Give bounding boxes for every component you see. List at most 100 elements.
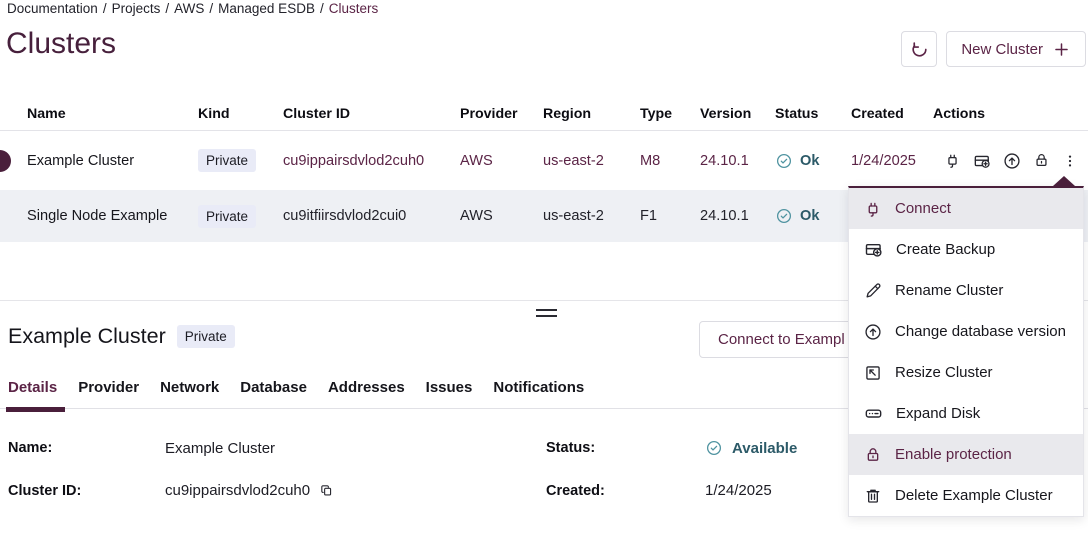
- copy-icon[interactable]: [319, 483, 334, 498]
- check-circle-icon: [775, 152, 793, 170]
- tab-addresses[interactable]: Addresses: [328, 377, 405, 408]
- kind-cell: Private: [198, 205, 283, 228]
- provider-cell: AWS: [460, 153, 543, 169]
- column-header-name: Name: [27, 106, 198, 122]
- menu-item-label: Rename Cluster: [895, 282, 1003, 299]
- menu-item-expand-disk[interactable]: Expand Disk: [849, 393, 1083, 434]
- cluster-id-field-text: cu9ippairsdvlod2cuh0: [165, 482, 310, 499]
- breadcrumb-separator: /: [165, 1, 169, 16]
- kind-cell: Private: [198, 149, 283, 172]
- cluster-name-cell[interactable]: Single Node Example: [27, 208, 198, 224]
- tab-database[interactable]: Database: [240, 377, 307, 408]
- column-header-actions: Actions: [933, 106, 1088, 122]
- header-actions: New Cluster: [901, 31, 1086, 67]
- menu-item-label: Expand Disk: [896, 405, 980, 422]
- menu-item-enable-protection[interactable]: Enable protection: [849, 434, 1083, 475]
- version-cell: 24.10.1: [700, 153, 775, 169]
- cluster-id-field-label: Cluster ID:: [8, 483, 165, 499]
- lock-icon[interactable]: [1032, 151, 1051, 170]
- menu-item-label: Change database version: [895, 323, 1066, 340]
- trash-icon: [863, 486, 883, 506]
- pencil-icon: [863, 281, 883, 301]
- status-cell: Ok: [775, 152, 851, 170]
- arrow-up-circle-icon: [863, 322, 883, 342]
- breadcrumb: Documentation / Projects / AWS / Managed…: [7, 1, 378, 16]
- region-cell: us-east-2: [543, 208, 640, 224]
- column-header-version: Version: [700, 106, 775, 122]
- created-cell: 1/24/2025: [851, 153, 933, 169]
- menu-item-connect[interactable]: Connect: [849, 188, 1083, 229]
- clusters-page: Documentation / Projects / AWS / Managed…: [0, 0, 1088, 533]
- cluster-id-field-value: cu9ippairsdvlod2cuh0: [165, 482, 546, 499]
- arrow-up-circle-icon[interactable]: [1002, 151, 1022, 171]
- panel-drag-handle[interactable]: [536, 309, 557, 321]
- row-actions: [933, 151, 1088, 171]
- provider-cell: AWS: [460, 208, 543, 224]
- type-cell: M8: [640, 153, 700, 169]
- breadcrumb-item-aws[interactable]: AWS: [174, 1, 204, 16]
- breadcrumb-separator: /: [320, 1, 324, 16]
- resize-icon: [863, 363, 883, 383]
- menu-item-label: Delete Example Cluster: [895, 487, 1053, 504]
- detail-kind-badge: Private: [177, 325, 235, 348]
- tab-network[interactable]: Network: [160, 377, 219, 408]
- menu-item-resize-cluster[interactable]: Resize Cluster: [849, 352, 1083, 393]
- page-title: Clusters: [6, 27, 116, 61]
- menu-item-label: Resize Cluster: [895, 364, 993, 381]
- new-cluster-button[interactable]: New Cluster: [946, 31, 1086, 67]
- tab-notifications[interactable]: Notifications: [493, 377, 584, 408]
- detail-header: Example Cluster Private: [8, 324, 235, 349]
- status-text: Ok: [800, 153, 819, 169]
- kind-badge: Private: [198, 205, 256, 228]
- detail-title: Example Cluster: [8, 324, 166, 349]
- cluster-name-cell[interactable]: Example Cluster: [27, 153, 198, 169]
- column-header-type: Type: [640, 106, 700, 122]
- version-cell: 24.10.1: [700, 208, 775, 224]
- cluster-id-cell: cu9ippairsdvlod2cuh0: [283, 153, 460, 169]
- tab-issues[interactable]: Issues: [426, 377, 473, 408]
- kebab-icon[interactable]: [1061, 152, 1079, 170]
- lock-icon: [863, 445, 883, 465]
- breadcrumb-item-documentation[interactable]: Documentation: [7, 1, 98, 16]
- type-cell: F1: [640, 208, 700, 224]
- status-field-label: Status:: [546, 440, 705, 456]
- tab-provider[interactable]: Provider: [78, 377, 139, 408]
- plug-icon[interactable]: [943, 151, 962, 170]
- table-row[interactable]: Example Cluster Private cu9ippairsdvlod2…: [0, 131, 1088, 190]
- check-circle-icon: [705, 439, 723, 457]
- breadcrumb-item-clusters[interactable]: Clusters: [329, 1, 379, 16]
- backup-icon[interactable]: [972, 151, 992, 171]
- menu-caret: [1053, 176, 1075, 186]
- breadcrumb-item-managed-esdb[interactable]: Managed ESDB: [218, 1, 315, 16]
- plus-icon: [1052, 40, 1071, 59]
- menu-item-label: Create Backup: [896, 241, 995, 258]
- disk-icon: [863, 403, 884, 424]
- column-header-status: Status: [775, 106, 851, 122]
- menu-item-create-backup[interactable]: Create Backup: [849, 229, 1083, 270]
- region-cell: us-east-2: [543, 153, 640, 169]
- status-text: Ok: [800, 208, 819, 224]
- check-circle-icon: [775, 207, 793, 225]
- kind-badge: Private: [198, 149, 256, 172]
- table-header: Name Kind Cluster ID Provider Region Typ…: [0, 98, 1088, 131]
- breadcrumb-item-projects[interactable]: Projects: [112, 1, 161, 16]
- created-field-label: Created:: [546, 483, 705, 499]
- menu-item-label: Connect: [895, 200, 951, 217]
- cluster-id-cell: cu9itfiirsdvlod2cui0: [283, 208, 460, 224]
- breadcrumb-separator: /: [209, 1, 213, 16]
- name-field-value: Example Cluster: [165, 440, 546, 457]
- new-cluster-label: New Cluster: [961, 41, 1043, 58]
- backup-icon: [863, 239, 884, 260]
- status-field-text: Available: [732, 440, 797, 457]
- menu-item-delete-cluster[interactable]: Delete Example Cluster: [849, 475, 1083, 516]
- menu-item-rename-cluster[interactable]: Rename Cluster: [849, 270, 1083, 311]
- plug-icon: [863, 199, 883, 219]
- column-header-cluster-id: Cluster ID: [283, 106, 460, 122]
- menu-item-label: Enable protection: [895, 446, 1012, 463]
- tab-details[interactable]: Details: [8, 377, 57, 408]
- column-header-kind: Kind: [198, 106, 283, 122]
- column-header-created: Created: [851, 106, 933, 122]
- refresh-button[interactable]: [901, 31, 937, 67]
- column-header-region: Region: [543, 106, 640, 122]
- menu-item-change-database-version[interactable]: Change database version: [849, 311, 1083, 352]
